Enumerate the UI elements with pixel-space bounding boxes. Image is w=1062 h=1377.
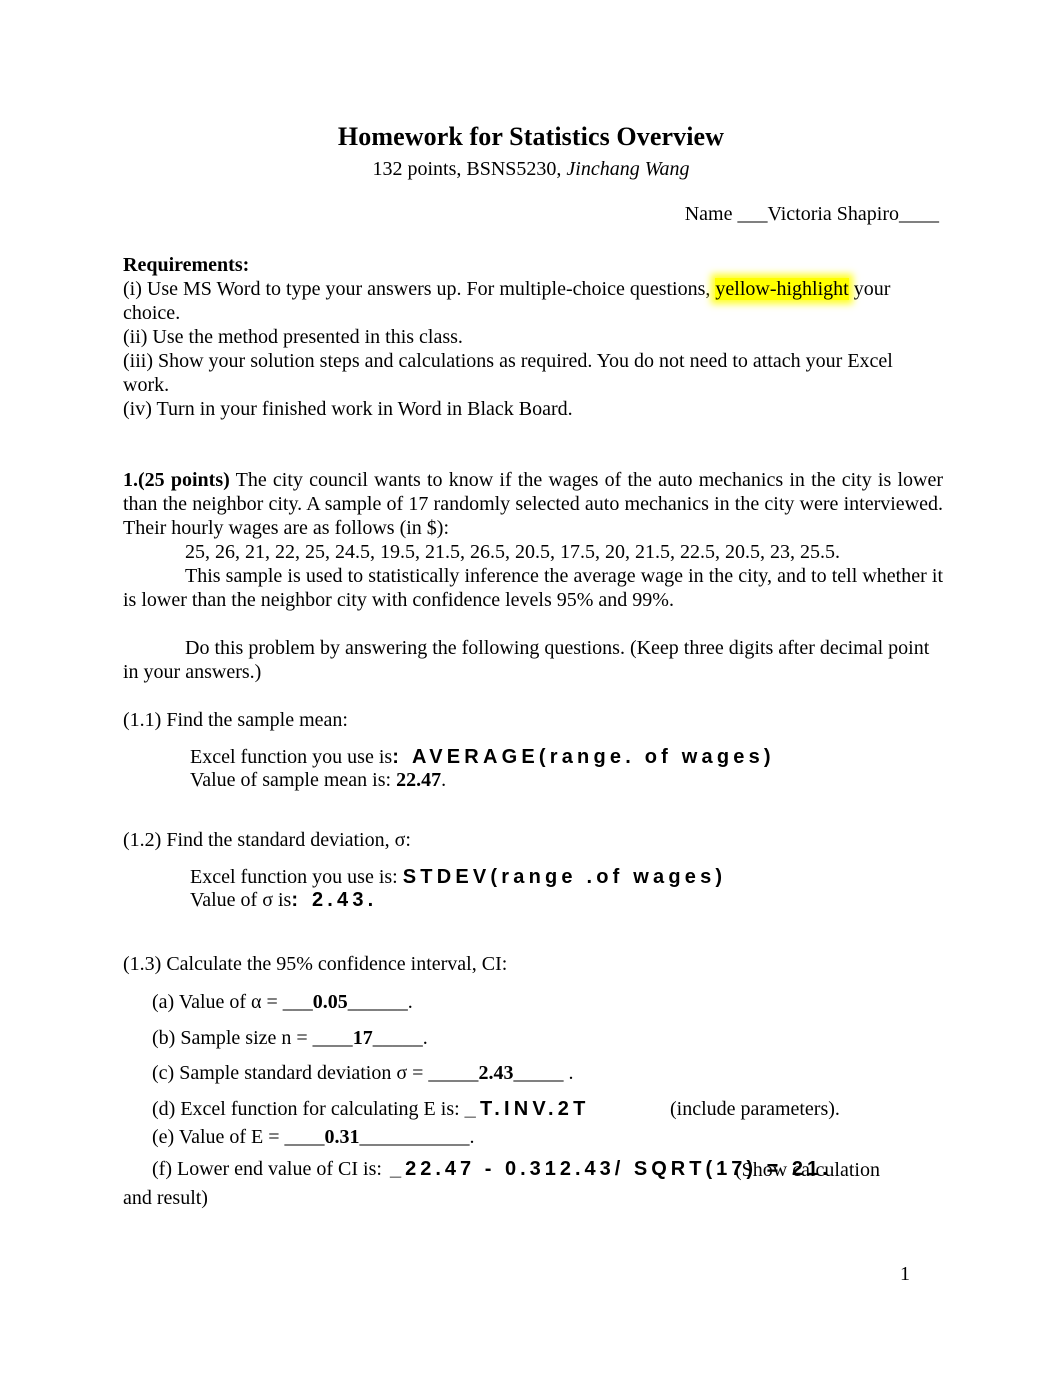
item-a-tail: ______. (347, 991, 413, 1013)
section-1-2-answers: Excel function you use is: STDEV(range .… (190, 866, 726, 912)
item-c-prompt: (c) Sample standard deviation σ = _____ (152, 1062, 479, 1084)
requirement-line-iii: (iii) Show your solution steps and calcu… (123, 350, 893, 396)
requirement-i-text-before: (i) Use MS Word to type your answers up.… (123, 278, 716, 300)
section-1-1-answers: Excel function you use is: AVERAGE(range… (190, 746, 775, 792)
item-c-line: (c) Sample standard deviation σ = _____2… (152, 1061, 573, 1085)
answer-1-2-sigma-value[interactable]: : 2.43. (291, 889, 377, 911)
answer-1-2-excel-line: Excel function you use is: STDEV(range .… (190, 866, 726, 889)
answer-1-1-excel-line: Excel function you use is: AVERAGE(range… (190, 746, 775, 769)
answer-1-1-excel-prompt: Excel function you use is (190, 746, 393, 768)
item-f-prompt: (f) Lower end value of CI is: (152, 1158, 382, 1180)
instructions-text: Do this problem by answering the followi… (123, 637, 930, 683)
item-c-answer[interactable]: 2.43 (478, 1062, 513, 1084)
section-1-3-label: (1.3) Calculate the 95% confidence inter… (123, 953, 508, 975)
section-1-2-label: (1.2) Find the standard deviation, σ: (123, 829, 411, 851)
item-e-prompt: (e) Value of E = ____ (152, 1126, 325, 1148)
item-a-line: (a) Value of α = ___0.05______. (152, 990, 413, 1014)
subtitle-author: Jinchang Wang (566, 158, 690, 180)
item-a-prompt: (a) Value of α = ___ (152, 991, 313, 1013)
question-1-block: 1.(25 points) The city council wants to … (123, 468, 943, 612)
answer-1-2-excel-prompt: Excel function you use is: (190, 866, 403, 888)
item-b-prompt: (b) Sample size n = ____ (152, 1027, 353, 1049)
yellow-highlight-text: yellow-highlight (715, 278, 849, 300)
answer-1-1-mean-prompt: Value of sample mean is: (190, 769, 397, 791)
item-b-tail: _____. (372, 1027, 428, 1049)
item-e-tail: ___________. (359, 1126, 475, 1148)
item-a-answer[interactable]: 0.05 (313, 991, 348, 1013)
item-c-tail: _____ . (513, 1062, 574, 1084)
section-1-1-label: (1.1) Find the sample mean: (123, 709, 348, 731)
document-page: Homework for Statistics Overview 132 poi… (0, 0, 1062, 1377)
item-d-answer[interactable]: _T.INV.2T (465, 1098, 590, 1120)
requirement-line-i: (i) Use MS Word to type your answers up.… (123, 278, 890, 324)
item-d-prompt: (d) Excel function for calculating E is: (152, 1098, 465, 1120)
question-1-inference-text: This sample is used to statistically inf… (123, 565, 943, 611)
question-1-number: 1. (123, 469, 138, 491)
item-d-line: (d) Excel function for calculating E is:… (152, 1097, 840, 1121)
item-f-continuation-text: and result) (123, 1187, 208, 1209)
item-b-line: (b) Sample size n = ____17_____. (152, 1026, 428, 1050)
answer-1-2-excel-value[interactable]: STDEV(range .of wages) (403, 866, 727, 888)
page-number: 1 (900, 1263, 910, 1285)
item-f-overlay-text: (Show calculation (735, 1159, 880, 1181)
requirements-block: Requirements: (i) Use MS Word to type yo… (123, 253, 943, 421)
answer-1-2-sigma-prompt: Value of σ is (190, 889, 292, 911)
requirements-heading: Requirements: (123, 254, 250, 276)
question-1-instructions: Do this problem by answering the followi… (123, 636, 943, 684)
requirement-line-iv: (iv) Turn in your finished work in Word … (123, 398, 573, 420)
subtitle-points: 132 points, BSNS5230, (372, 158, 567, 180)
answer-1-2-sigma-line: Value of σ is: 2.43. (190, 889, 726, 912)
answer-1-1-mean-period: . (441, 769, 447, 791)
student-name-line: Name ___Victoria Shapiro____ (684, 203, 939, 225)
answer-1-1-mean-line: Value of sample mean is: 22.47. (190, 769, 775, 792)
item-d-overlay-text: (include parameters). (670, 1098, 840, 1120)
answer-1-1-mean-value[interactable]: 22.47 (396, 769, 441, 791)
question-1-points: (25 points) (138, 469, 230, 491)
item-b-answer[interactable]: 17 (353, 1027, 373, 1049)
question-1-body: The city council wants to know if the wa… (123, 469, 943, 539)
document-subtitle: 132 points, BSNS5230, Jinchang Wang (123, 158, 939, 181)
page-title: Homework for Statistics Overview (337, 122, 725, 151)
answer-1-1-excel-value[interactable]: : AVERAGE(range. of wages) (392, 746, 775, 768)
item-e-answer[interactable]: 0.31 (325, 1126, 360, 1148)
requirement-line-ii: (ii) Use the method presented in this cl… (123, 326, 463, 348)
question-1-data-values: 25, 26, 21, 22, 25, 24.5, 19.5, 21.5, 26… (185, 541, 840, 563)
item-e-line: (e) Value of E = ____0.31___________. (152, 1125, 475, 1149)
